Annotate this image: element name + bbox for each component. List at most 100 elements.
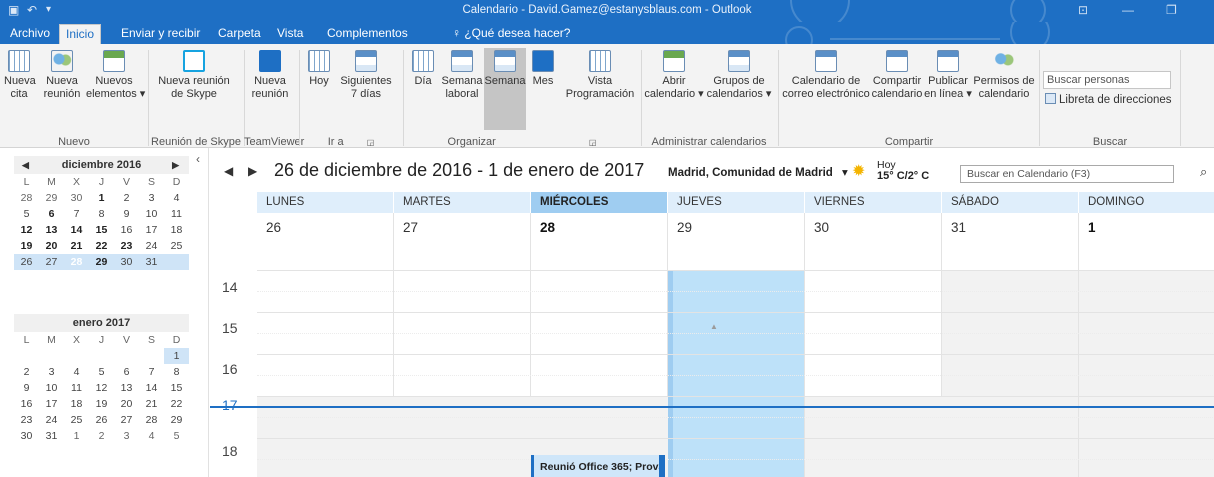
tab-archivo[interactable]: Archivo	[4, 24, 56, 44]
day-header-wednesday[interactable]: MIÉRCOLES	[531, 192, 668, 213]
mini-day[interactable]: 1	[164, 348, 189, 364]
next-7-days-button[interactable]: Siguientes 7 días	[338, 50, 394, 101]
mini-day[interactable]	[164, 254, 189, 270]
mini-day[interactable]: 5	[164, 428, 189, 444]
mini-day[interactable]: 3	[139, 190, 164, 206]
work-week-view-button[interactable]: Semana laboral	[440, 50, 484, 101]
mini-day[interactable]: 12	[89, 380, 114, 396]
mini-day[interactable]: 13	[114, 380, 139, 396]
month-view-button[interactable]: Mes	[530, 50, 556, 88]
mini-day[interactable]: 25	[164, 238, 189, 254]
mini-day[interactable]: 2	[14, 364, 39, 380]
mini-day[interactable]: 1	[89, 190, 114, 206]
today-button[interactable]: Hoy	[306, 50, 332, 88]
mini-day[interactable]: 10	[39, 380, 64, 396]
search-people-input[interactable]: Buscar personas	[1043, 71, 1171, 89]
mini-day[interactable]: 3	[39, 364, 64, 380]
publish-online-button[interactable]: Publicar en línea ▾	[924, 50, 972, 101]
skype-meeting-button[interactable]: Nueva reunión de Skype	[150, 50, 238, 101]
day-number-today[interactable]: 28	[531, 213, 668, 270]
mini-day[interactable]: 19	[14, 238, 39, 254]
schedule-view-button[interactable]: Vista Programación	[564, 50, 636, 101]
mini-day[interactable]: 22	[164, 396, 189, 412]
mini-day[interactable]: 15	[164, 380, 189, 396]
mini-day[interactable]: 26	[14, 254, 39, 270]
mini-day[interactable]: 2	[89, 428, 114, 444]
day-view-button[interactable]: Día	[410, 50, 436, 88]
mini-day[interactable]: 16	[14, 396, 39, 412]
mini-day[interactable]: 23	[114, 238, 139, 254]
mini-day[interactable]: 8	[164, 364, 189, 380]
mini-day[interactable]: 5	[89, 364, 114, 380]
mini-day[interactable]: 29	[89, 254, 114, 270]
mini-day[interactable]: 9	[14, 380, 39, 396]
calendar-permissions-button[interactable]: Permisos de calendario	[973, 50, 1035, 101]
mini-day[interactable]: 6	[114, 364, 139, 380]
tab-vista[interactable]: Vista	[271, 24, 309, 44]
prev-month-icon[interactable]: ◀	[22, 156, 29, 174]
share-calendar-button[interactable]: Compartir calendario	[871, 50, 923, 101]
mini-day[interactable]: 29	[164, 412, 189, 428]
dialog-launcher-icon[interactable]: ◲	[367, 138, 375, 147]
mini-day[interactable]: 28	[14, 190, 39, 206]
tab-inicio[interactable]: Inicio	[59, 24, 102, 44]
mini-day[interactable]: 27	[39, 254, 64, 270]
mini-day[interactable]: 21	[64, 238, 89, 254]
email-calendar-button[interactable]: Calendario de correo electrónico	[782, 50, 870, 101]
mini-day[interactable]: 9	[114, 206, 139, 222]
mini-day[interactable]: 22	[89, 238, 114, 254]
mini-day[interactable]: 30	[114, 254, 139, 270]
mini-day[interactable]: 21	[139, 396, 164, 412]
mini-day[interactable]: 1	[64, 428, 89, 444]
mini-day[interactable]: 5	[14, 206, 39, 222]
tab-enviar-recibir[interactable]: Enviar y recibir	[115, 24, 206, 44]
day-number[interactable]: 26	[257, 213, 394, 270]
mini-day-today[interactable]: 28	[64, 254, 89, 270]
week-view-button[interactable]: Semana	[484, 48, 526, 130]
mini-day[interactable]: 19	[89, 396, 114, 412]
mini-day[interactable]: 20	[114, 396, 139, 412]
new-items-button[interactable]: Nuevos elementos ▾	[86, 50, 145, 101]
day-column-selected[interactable]	[668, 270, 805, 477]
mini-day[interactable]: 18	[164, 222, 189, 238]
search-icon[interactable]: ⌕	[1200, 164, 1207, 180]
mini-day[interactable]: 11	[164, 206, 189, 222]
mini-day[interactable]: 16	[114, 222, 139, 238]
mini-day[interactable]: 11	[64, 380, 89, 396]
tell-me-search[interactable]: ♀ ¿Qué desea hacer?	[446, 24, 576, 44]
mini-day[interactable]: 24	[39, 412, 64, 428]
new-appointment-button[interactable]: Nueva cita	[4, 50, 36, 101]
mini-day[interactable]: 13	[39, 222, 64, 238]
day-number[interactable]: 27	[394, 213, 531, 270]
tab-complementos[interactable]: Complementos	[321, 24, 414, 44]
ribbon-display-options-icon[interactable]: ⊡	[1078, 3, 1088, 17]
mini-day[interactable]: 15	[89, 222, 114, 238]
mini-day[interactable]: 7	[139, 364, 164, 380]
day-column-weekend[interactable]	[942, 270, 1079, 477]
mini-day[interactable]: 2	[114, 190, 139, 206]
tab-carpeta[interactable]: Carpeta	[212, 24, 267, 44]
calendar-groups-button[interactable]: Grupos de calendarios ▾	[706, 50, 772, 101]
scroll-up-icon[interactable]: ▲	[710, 322, 718, 331]
mini-day[interactable]: 12	[14, 222, 39, 238]
mini-day[interactable]: 18	[64, 396, 89, 412]
day-header-friday[interactable]: VIERNES	[805, 192, 942, 213]
mini-day[interactable]: 24	[139, 238, 164, 254]
location-selector[interactable]: Madrid, Comunidad de Madrid ▾	[668, 165, 848, 179]
mini-day[interactable]: 17	[139, 222, 164, 238]
collapse-nav-icon[interactable]: ‹	[196, 152, 200, 166]
day-column-weekend[interactable]	[1079, 270, 1214, 477]
calendar-event[interactable]: Reunió Office 365; Prova	[531, 455, 665, 477]
next-month-icon[interactable]: ▶	[172, 156, 179, 174]
mini-day[interactable]: 28	[139, 412, 164, 428]
open-calendar-button[interactable]: Abrir calendario ▾	[644, 50, 704, 101]
mini-day[interactable]: 29	[39, 190, 64, 206]
mini-day[interactable]: 31	[139, 254, 164, 270]
mini-day[interactable]: 4	[139, 428, 164, 444]
mini-day[interactable]: 20	[39, 238, 64, 254]
mini-day[interactable]: 7	[64, 206, 89, 222]
day-number[interactable]: 29	[668, 213, 805, 270]
mini-day[interactable]: 8	[89, 206, 114, 222]
mini-day[interactable]: 23	[14, 412, 39, 428]
calendar-search-input[interactable]: Buscar en Calendario (F3)	[960, 165, 1174, 183]
